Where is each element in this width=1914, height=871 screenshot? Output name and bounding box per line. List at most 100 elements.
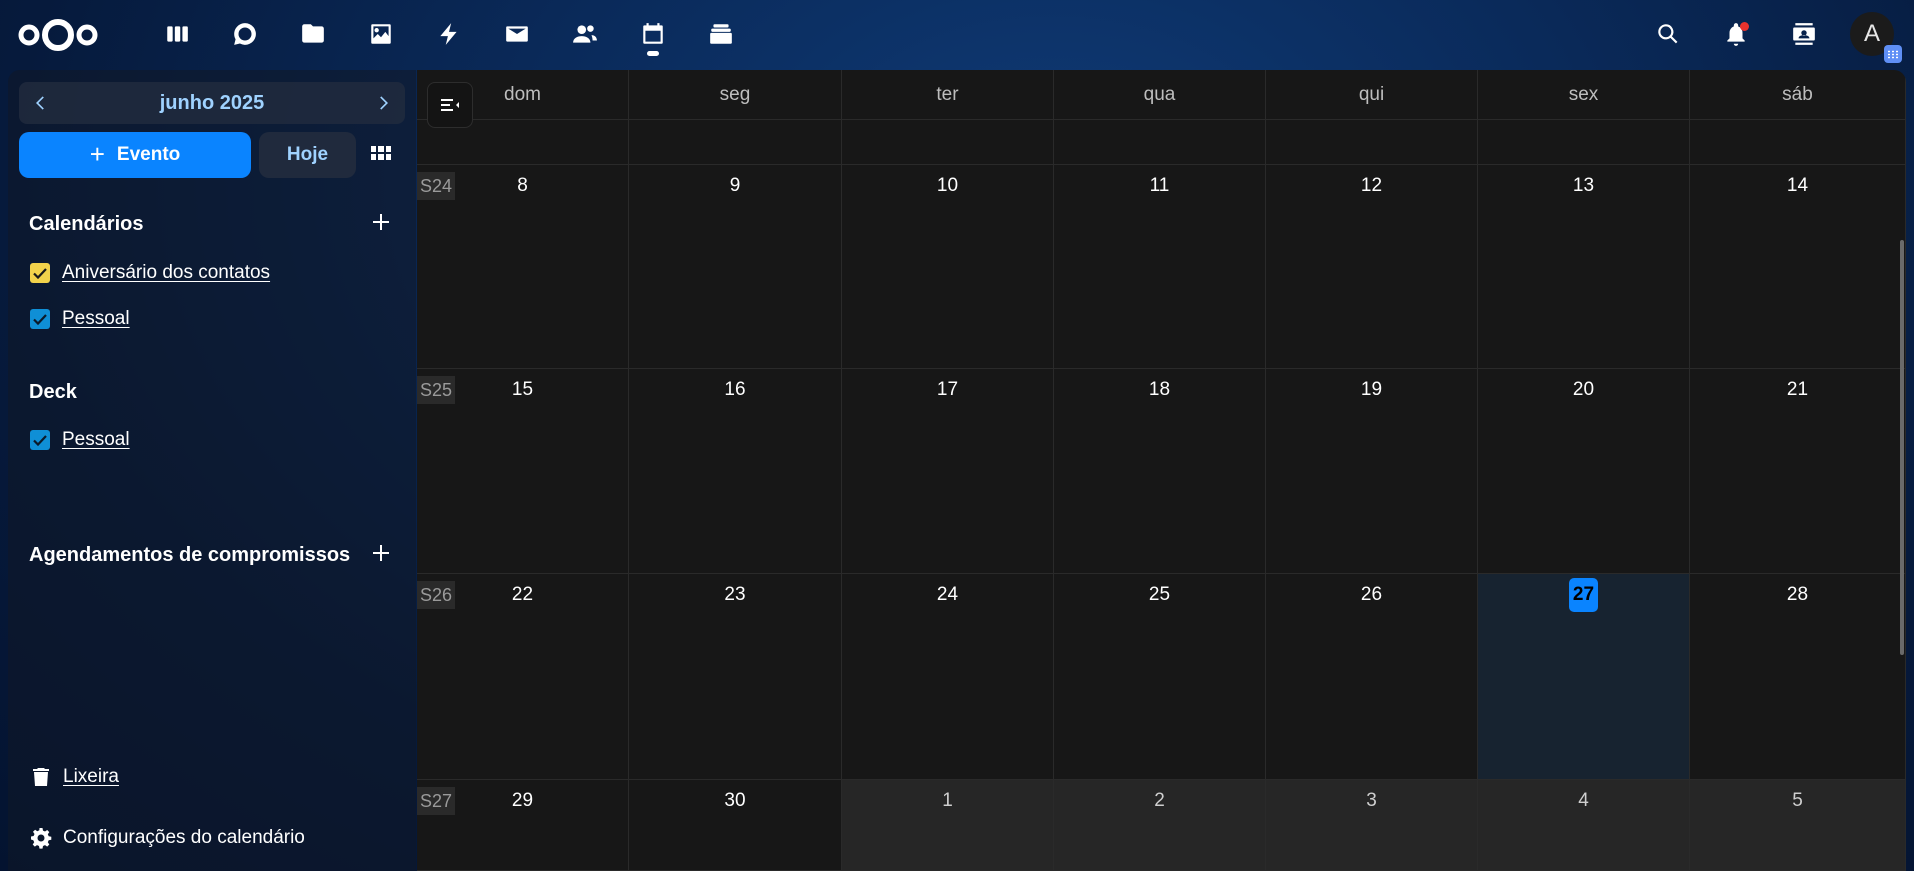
day-cell[interactable]: 24 <box>842 574 1054 780</box>
day-number[interactable]: 18 <box>1054 379 1265 401</box>
month-picker[interactable]: junho 2025 <box>19 82 405 124</box>
deck-icon <box>710 24 732 44</box>
day-cell[interactable] <box>842 120 1054 165</box>
day-number[interactable]: 14 <box>1690 175 1905 197</box>
calendar-item-label[interactable]: Aniversário dos contatos <box>62 262 270 284</box>
day-cell[interactable] <box>629 120 842 165</box>
day-cell[interactable]: 18 <box>1054 369 1266 574</box>
day-number-wrapper[interactable]: 27 <box>1478 578 1689 612</box>
day-number[interactable]: 28 <box>1690 584 1905 606</box>
toggle-sidebar-button[interactable] <box>427 82 473 128</box>
day-cell[interactable]: 28 <box>1690 574 1906 780</box>
day-number[interactable]: 1 <box>842 790 1053 812</box>
day-cell[interactable] <box>1266 120 1478 165</box>
day-number[interactable]: 16 <box>629 379 841 401</box>
day-cell[interactable] <box>1690 120 1906 165</box>
day-number[interactable]: 17 <box>842 379 1053 401</box>
day-cell[interactable] <box>1478 120 1690 165</box>
deck-calendar-item-personal[interactable]: Pessoal <box>30 429 130 451</box>
week-number: S25 <box>417 376 455 404</box>
day-number[interactable]: 20 <box>1478 379 1689 401</box>
calendar-checkbox[interactable] <box>30 430 50 450</box>
calendar-item-label[interactable]: Pessoal <box>62 429 130 451</box>
day-number[interactable]: 10 <box>842 175 1053 197</box>
day-cell[interactable]: 17 <box>842 369 1054 574</box>
calendar-checkbox[interactable] <box>30 263 50 283</box>
add-calendar-icon[interactable] <box>370 211 392 233</box>
day-cell[interactable]: 9 <box>629 165 842 369</box>
day-cell[interactable] <box>1054 120 1266 165</box>
day-cell[interactable]: 26 <box>1266 574 1478 780</box>
day-number[interactable]: 24 <box>842 584 1053 606</box>
day-number[interactable]: 23 <box>629 584 841 606</box>
chevron-right-icon <box>380 96 388 110</box>
day-number[interactable]: 19 <box>1266 379 1477 401</box>
day-cell[interactable]: 30 <box>629 780 842 871</box>
add-appointment-icon[interactable] <box>370 542 392 564</box>
day-number[interactable]: 3 <box>1266 790 1477 812</box>
day-cell[interactable]: 3 <box>1266 780 1478 871</box>
day-cell[interactable]: 1 <box>842 780 1054 871</box>
day-number[interactable]: 11 <box>1054 175 1265 197</box>
search-button[interactable] <box>1634 0 1702 68</box>
day-number[interactable]: 30 <box>629 790 841 812</box>
day-cell[interactable]: 16 <box>629 369 842 574</box>
day-cell[interactable]: 14 <box>1690 165 1906 369</box>
day-cell[interactable]: 13 <box>1478 165 1690 369</box>
calendar-item-birthdays[interactable]: Aniversário dos contatos <box>30 262 270 284</box>
notifications-button[interactable] <box>1702 0 1770 68</box>
day-cell[interactable]: 25 <box>1054 574 1266 780</box>
weekday-header: sáb <box>1690 70 1906 120</box>
vertical-scrollbar[interactable] <box>1900 240 1904 655</box>
calendar-item-personal[interactable]: Pessoal <box>30 308 130 330</box>
contacts-menu-button[interactable] <box>1770 0 1838 68</box>
chevron-left-icon <box>36 96 44 110</box>
calendar-month-view: dom seg ter qua qui sex sáb 8 9 10 11 12 13 14 S24 15 16… <box>417 70 1906 871</box>
day-cell[interactable]: 20 <box>1478 369 1690 574</box>
day-cell[interactable]: 21 <box>1690 369 1906 574</box>
app-activity[interactable] <box>415 13 483 55</box>
calendar-item-label[interactable]: Pessoal <box>62 308 130 330</box>
current-month[interactable]: junho 2025 <box>160 92 264 115</box>
app-mail[interactable] <box>483 13 551 55</box>
day-number[interactable]: 4 <box>1478 790 1689 812</box>
day-cell[interactable]: 11 <box>1054 165 1266 369</box>
day-cell[interactable]: 4 <box>1478 780 1690 871</box>
weekday-header: sex <box>1478 70 1690 120</box>
new-event-label: Evento <box>116 144 181 165</box>
app-deck[interactable] <box>687 13 755 55</box>
day-number[interactable]: 12 <box>1266 175 1477 197</box>
day-cell[interactable]: 27 <box>1478 574 1690 780</box>
day-cell[interactable]: 23 <box>629 574 842 780</box>
app-files[interactable] <box>279 13 347 55</box>
app-dashboard[interactable] <box>143 13 211 55</box>
day-cell[interactable]: 12 <box>1266 165 1478 369</box>
app-talk[interactable] <box>211 13 279 55</box>
calendar-checkbox[interactable] <box>30 309 50 329</box>
day-cell[interactable]: 5 <box>1690 780 1906 871</box>
app-calendar[interactable] <box>619 13 687 56</box>
trash-button[interactable]: Lixeira <box>29 765 119 789</box>
new-event-button[interactable]: + Evento <box>19 132 251 178</box>
previous-month-button[interactable] <box>29 91 53 115</box>
day-number[interactable]: 13 <box>1478 175 1689 197</box>
nextcloud-logo-icon[interactable] <box>16 18 100 52</box>
day-number[interactable]: 26 <box>1266 584 1477 606</box>
today-button[interactable]: Hoje <box>259 132 356 178</box>
app-contacts[interactable] <box>551 13 619 55</box>
day-number[interactable]: 2 <box>1054 790 1265 812</box>
day-number[interactable]: 21 <box>1690 379 1905 401</box>
today-day-number[interactable]: 27 <box>1568 578 1599 612</box>
day-cell[interactable]: 10 <box>842 165 1054 369</box>
next-month-button[interactable] <box>371 91 395 115</box>
day-cell[interactable]: 19 <box>1266 369 1478 574</box>
day-cell[interactable]: 2 <box>1054 780 1266 871</box>
day-number[interactable]: 5 <box>1690 790 1905 812</box>
day-number[interactable]: 25 <box>1054 584 1265 606</box>
user-menu[interactable]: A <box>1838 0 1914 68</box>
app-photos[interactable] <box>347 13 415 55</box>
calendar-settings-button[interactable]: Configurações do calendário <box>29 826 305 850</box>
check-icon <box>33 268 47 280</box>
view-grid-icon[interactable] <box>370 142 392 164</box>
day-number[interactable]: 9 <box>629 175 841 197</box>
